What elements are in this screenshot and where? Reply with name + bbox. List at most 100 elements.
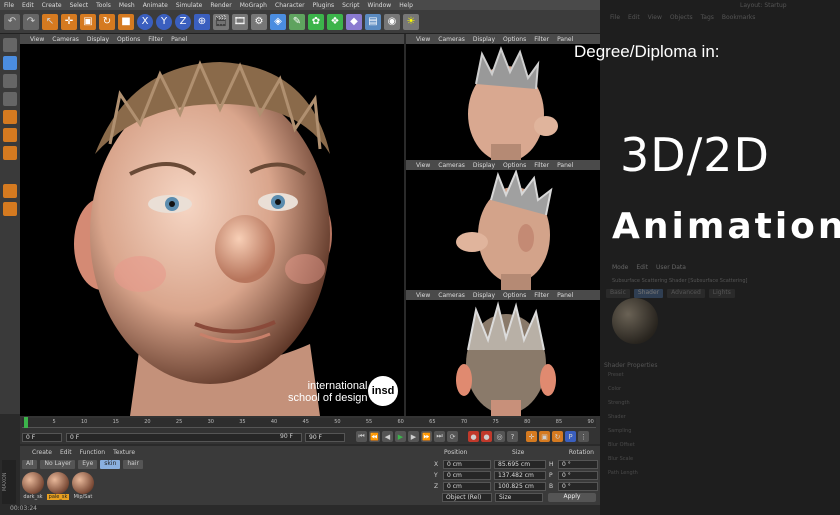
vp-menu-cameras[interactable]: Cameras	[52, 36, 79, 43]
key-scale-icon[interactable]: ▣	[539, 431, 550, 442]
prev-frame-icon[interactable]: ◀	[382, 431, 393, 442]
menu-window[interactable]: Window	[368, 2, 392, 9]
vp-menu-view[interactable]: View	[416, 292, 430, 299]
recent-tool-icon[interactable]: ■	[118, 13, 134, 30]
auto-key-icon[interactable]: ●	[481, 431, 492, 442]
vp-menu-display[interactable]: Display	[473, 162, 495, 169]
y-axis-icon[interactable]: Y	[156, 13, 172, 30]
viewport-mid-right[interactable]: View Cameras Display Options Filter Pane…	[406, 160, 600, 290]
am-menu-userdata[interactable]: User Data	[656, 264, 686, 271]
coord-system-icon[interactable]: ⊕	[194, 13, 210, 30]
render-view-icon[interactable]: 🎬	[213, 13, 229, 30]
layer-tag-skin[interactable]: skin	[100, 460, 121, 469]
om-menu-bookmarks[interactable]: Bookmarks	[722, 14, 756, 21]
mat-menu-edit[interactable]: Edit	[60, 449, 72, 456]
coord-mode-select[interactable]: Object (Rel)	[442, 493, 492, 502]
layout-selector[interactable]: Layout: Startup	[740, 2, 787, 9]
size-mode-select[interactable]: Size	[495, 493, 543, 502]
camera-icon[interactable]: ◉	[384, 13, 400, 30]
vp-menu-cameras[interactable]: Cameras	[438, 162, 465, 169]
play-icon[interactable]: ▶	[395, 431, 406, 442]
menu-file[interactable]: File	[4, 2, 14, 9]
scene-icon[interactable]: ▤	[365, 13, 381, 30]
size-z-field[interactable]: 100.825 cm	[494, 482, 546, 491]
key-rotation-icon[interactable]: ↻	[552, 431, 563, 442]
vp-menu-cameras[interactable]: Cameras	[438, 292, 465, 299]
menu-tools[interactable]: Tools	[96, 2, 111, 9]
material-item[interactable]: pale_sk	[47, 472, 69, 500]
menu-create[interactable]: Create	[42, 2, 62, 9]
viewport-top-right[interactable]: View Cameras Display Options Filter Pane…	[406, 34, 600, 160]
light-icon[interactable]: ☀	[403, 13, 419, 30]
spline-pen-icon[interactable]: ✎	[289, 13, 305, 30]
menu-help[interactable]: Help	[399, 2, 413, 9]
key-pla-icon[interactable]: ⋮	[578, 431, 589, 442]
axis-mode-icon[interactable]	[3, 202, 17, 216]
vp-menu-options[interactable]: Options	[503, 36, 526, 43]
material-item[interactable]: Mip/Sat	[72, 472, 94, 500]
key-param-icon[interactable]: P	[565, 431, 576, 442]
current-frame-field[interactable]: 0 F	[66, 433, 302, 442]
mat-menu-texture[interactable]: Texture	[113, 449, 135, 456]
end-frame-field[interactable]: 90 F	[305, 433, 345, 442]
undo-icon[interactable]: ↶	[4, 13, 20, 30]
menu-edit[interactable]: Edit	[22, 2, 34, 9]
layer-tag-nolayer[interactable]: No Layer	[40, 460, 76, 469]
move-icon[interactable]: ✛	[61, 13, 77, 30]
position-x-field[interactable]: 0 cm	[443, 460, 491, 469]
menu-plugins[interactable]: Plugins	[313, 2, 335, 9]
rotation-b-field[interactable]: 0 °	[558, 482, 598, 491]
start-frame-field[interactable]: 0 F	[22, 433, 62, 442]
viewport-bottom-right[interactable]: View Cameras Display Options Filter Pane…	[406, 290, 600, 416]
vp-menu-filter[interactable]: Filter	[534, 162, 549, 169]
vp-menu-display[interactable]: Display	[87, 36, 109, 43]
mat-menu-create[interactable]: Create	[32, 449, 52, 456]
vp-menu-filter[interactable]: Filter	[148, 36, 163, 43]
menu-animate[interactable]: Animate	[143, 2, 168, 9]
edges-mode-icon[interactable]	[3, 128, 17, 142]
vp-menu-panel[interactable]: Panel	[557, 162, 573, 169]
render-picture-icon[interactable]: 🎞	[232, 13, 248, 30]
layer-tag-hair[interactable]: hair	[123, 460, 143, 469]
main-viewport[interactable]: View Cameras Display Options Filter Pane…	[20, 34, 404, 416]
vp-menu-view[interactable]: View	[30, 36, 44, 43]
keyframe-selection-icon[interactable]: ◎	[494, 431, 505, 442]
make-editable-icon[interactable]	[3, 38, 17, 52]
vp-menu-view[interactable]: View	[416, 36, 430, 43]
vp-menu-view[interactable]: View	[416, 162, 430, 169]
mat-menu-function[interactable]: Function	[80, 449, 106, 456]
vp-menu-cameras[interactable]: Cameras	[438, 36, 465, 43]
vp-menu-panel[interactable]: Panel	[171, 36, 187, 43]
material-item[interactable]: dark_sk	[22, 472, 44, 500]
key-position-icon[interactable]: ✛	[526, 431, 537, 442]
om-menu-objects[interactable]: Objects	[670, 14, 693, 21]
snap-icon[interactable]	[3, 184, 17, 198]
next-frame-icon[interactable]: ▶	[408, 431, 419, 442]
vp-menu-options[interactable]: Options	[503, 292, 526, 299]
am-menu-edit[interactable]: Edit	[636, 264, 648, 271]
points-mode-icon[interactable]	[3, 110, 17, 124]
vp-menu-options[interactable]: Options	[503, 162, 526, 169]
tab-basic[interactable]: Basic	[606, 289, 630, 298]
layer-tag-all[interactable]: All	[22, 460, 38, 469]
vp-menu-options[interactable]: Options	[117, 36, 140, 43]
next-key-icon[interactable]: ⏩	[421, 431, 432, 442]
rotation-p-field[interactable]: 0 °	[558, 471, 598, 480]
size-x-field[interactable]: 85.695 cm	[494, 460, 546, 469]
om-menu-edit[interactable]: Edit	[628, 14, 640, 21]
om-menu-file[interactable]: File	[610, 14, 620, 21]
cube-icon[interactable]: ◈	[270, 13, 286, 30]
menu-simulate[interactable]: Simulate	[176, 2, 203, 9]
menu-character[interactable]: Character	[275, 2, 305, 9]
go-start-icon[interactable]: ⏮	[356, 431, 367, 442]
x-axis-icon[interactable]: X	[137, 13, 153, 30]
workplane-icon[interactable]	[3, 92, 17, 106]
help-icon[interactable]: ?	[507, 431, 518, 442]
deformer-icon[interactable]: ◆	[346, 13, 362, 30]
am-menu-mode[interactable]: Mode	[612, 264, 628, 271]
redo-icon[interactable]: ↷	[23, 13, 39, 30]
menu-script[interactable]: Script	[342, 2, 359, 9]
go-end-icon[interactable]: ⏭	[434, 431, 445, 442]
vp-menu-panel[interactable]: Panel	[557, 292, 573, 299]
menu-select[interactable]: Select	[70, 2, 89, 9]
